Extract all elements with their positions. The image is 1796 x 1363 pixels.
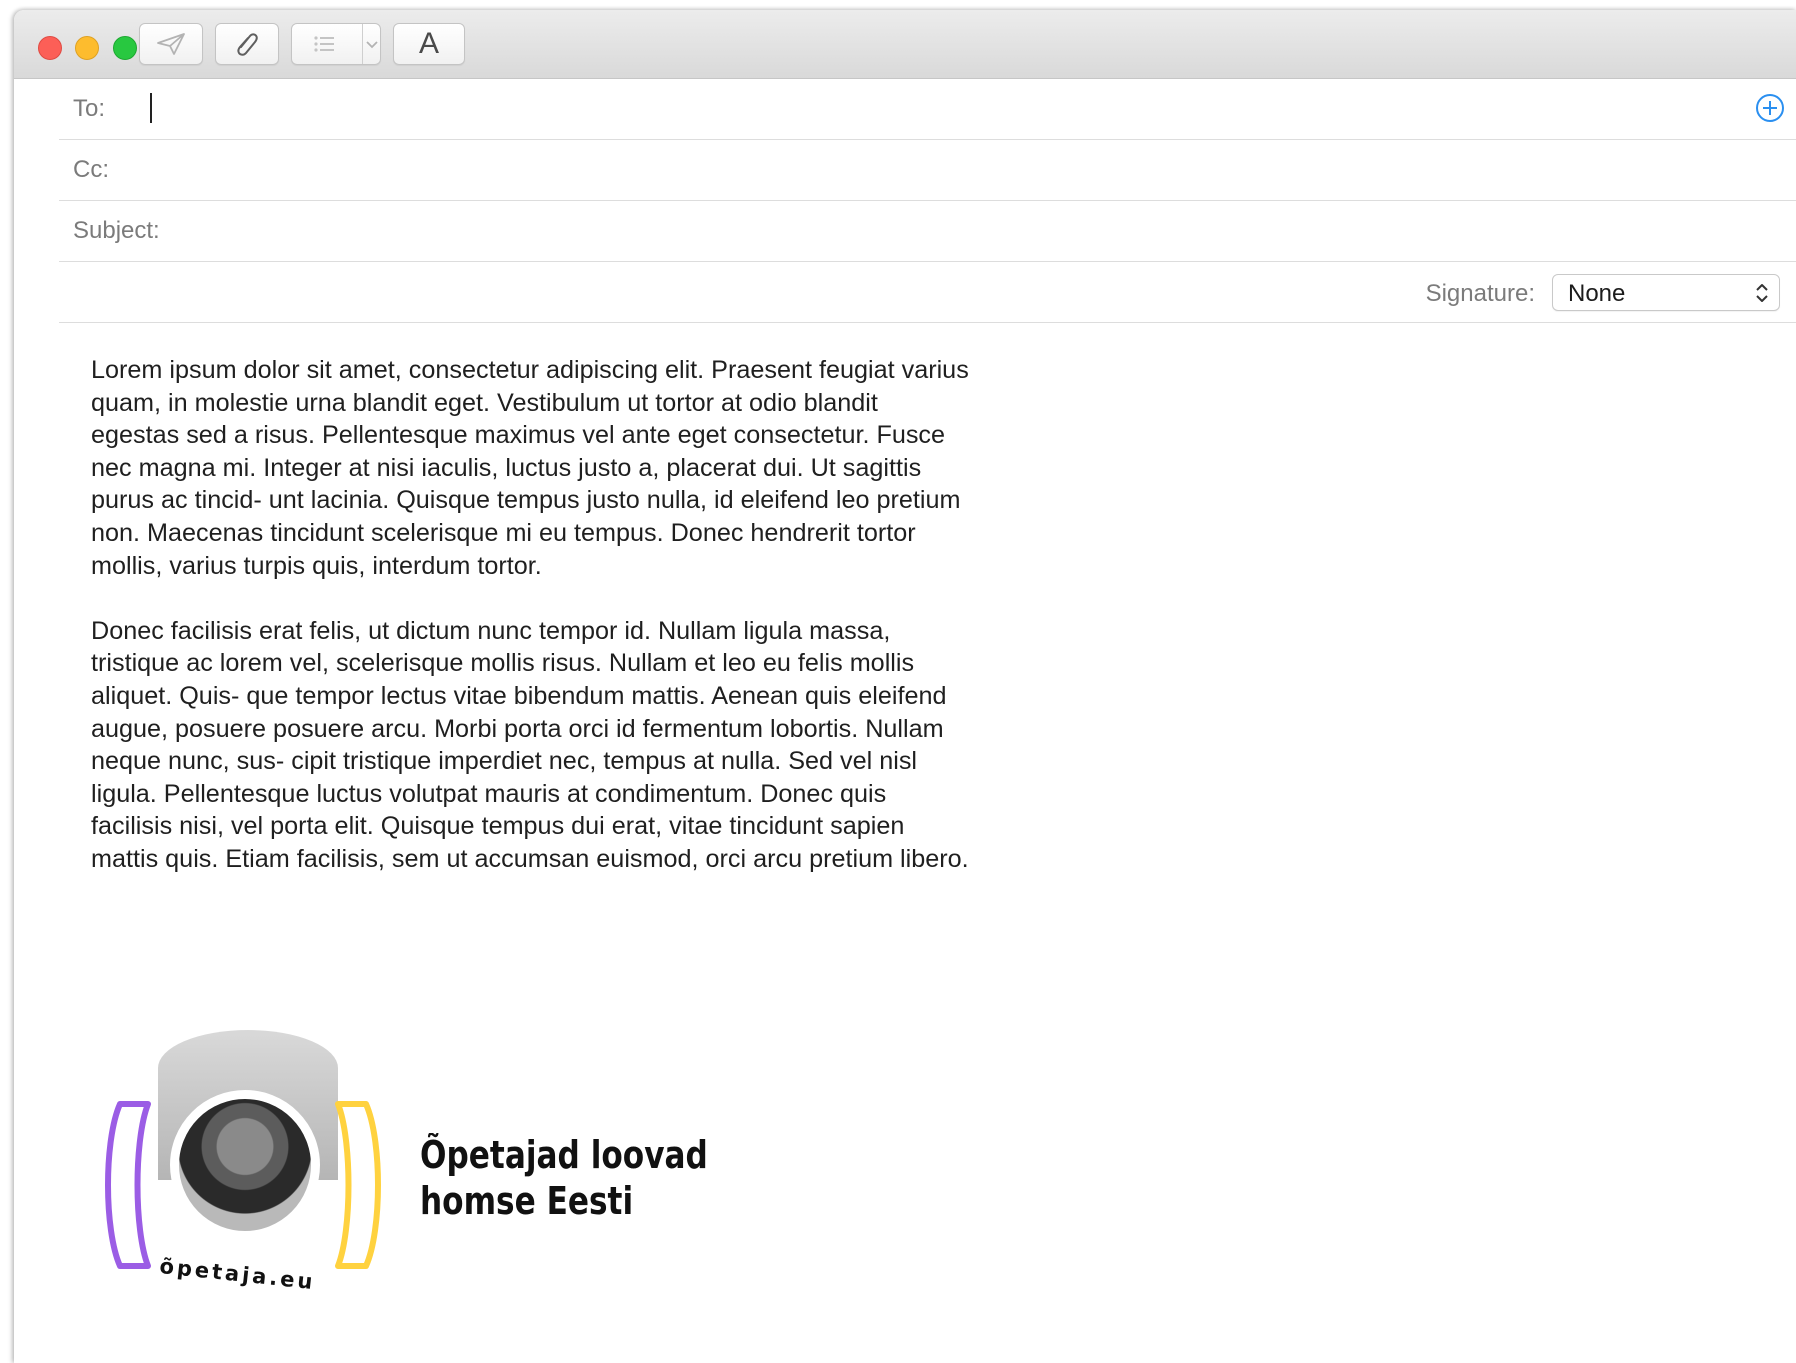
chevron-down-icon bbox=[366, 41, 378, 49]
message-paragraph: Lorem ipsum dolor sit amet, consectetur … bbox=[91, 356, 969, 580]
list-format-button[interactable] bbox=[291, 23, 381, 65]
to-label: To: bbox=[73, 95, 106, 122]
button-divider bbox=[362, 24, 363, 64]
paperclip-icon bbox=[237, 33, 258, 56]
cc-field[interactable]: Cc: bbox=[59, 139, 1796, 201]
message-body[interactable]: Lorem ipsum dolor sit amet, consectetur … bbox=[91, 354, 971, 908]
format-fonts-button[interactable]: A bbox=[393, 23, 465, 65]
signature-row: Signature: None bbox=[59, 261, 1796, 323]
toolbar: A bbox=[14, 10, 1796, 79]
format-letter-icon: A bbox=[418, 27, 439, 60]
subject-field[interactable]: Subject: bbox=[59, 200, 1796, 262]
list-icon bbox=[314, 36, 334, 52]
bracket-logo bbox=[105, 1101, 381, 1269]
zoom-window-button[interactable] bbox=[113, 36, 137, 60]
up-down-chevron-icon bbox=[1756, 284, 1768, 302]
signature-tagline: Õpetajad loovad homse Eesti bbox=[420, 1132, 708, 1224]
minimize-window-button[interactable] bbox=[75, 36, 99, 60]
to-field[interactable]: To: bbox=[59, 78, 1796, 140]
message-paragraph: Donec facilisis erat felis, ut dictum nu… bbox=[91, 616, 969, 873]
cc-label: Cc: bbox=[73, 156, 109, 183]
signature-value: None bbox=[1568, 280, 1626, 307]
tagline-line-2: homse Eesti bbox=[420, 1179, 634, 1223]
tagline-line-1: Õpetajad loovad bbox=[420, 1133, 708, 1177]
signature-select[interactable]: None bbox=[1552, 274, 1780, 311]
attach-button[interactable] bbox=[215, 23, 279, 65]
send-button[interactable] bbox=[139, 23, 203, 65]
subject-label: Subject: bbox=[73, 217, 160, 244]
signature-label: Signature: bbox=[1425, 280, 1535, 307]
add-contact-icon[interactable] bbox=[1756, 94, 1784, 122]
paper-plane-icon bbox=[157, 33, 185, 55]
text-cursor bbox=[150, 93, 152, 123]
close-window-button[interactable] bbox=[38, 36, 62, 60]
